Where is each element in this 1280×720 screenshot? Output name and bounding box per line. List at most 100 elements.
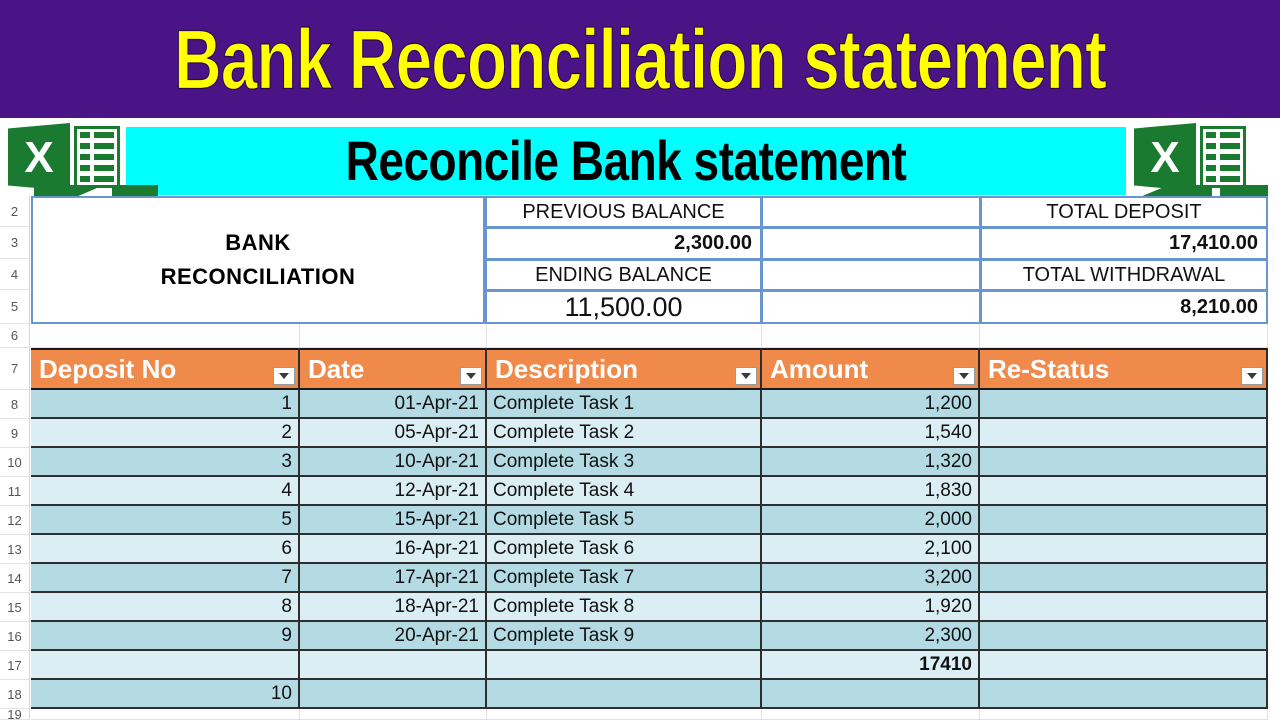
column-header-description[interactable]: Description bbox=[487, 348, 762, 390]
cell-desc[interactable]: Complete Task 2 bbox=[487, 419, 762, 448]
cell-amount[interactable]: 2,300 bbox=[762, 622, 980, 651]
cell-amount[interactable]: 1,200 bbox=[762, 390, 980, 419]
row-header-5[interactable]: 5 bbox=[0, 290, 30, 324]
empty-cell[interactable] bbox=[487, 709, 762, 720]
cell-no[interactable]: 9 bbox=[31, 622, 300, 651]
cell-desc[interactable]: Complete Task 5 bbox=[487, 506, 762, 535]
row-header-4[interactable]: 4 bbox=[0, 259, 30, 290]
row-header-2[interactable]: 2 bbox=[0, 196, 30, 227]
cell-no[interactable]: 8 bbox=[31, 593, 300, 622]
empty-cell[interactable] bbox=[31, 324, 300, 348]
cell-status[interactable] bbox=[980, 680, 1268, 709]
cell-date[interactable]: 18-Apr-21 bbox=[300, 593, 487, 622]
cell-amount[interactable]: 17410 bbox=[762, 651, 980, 680]
cell-amount[interactable]: 1,540 bbox=[762, 419, 980, 448]
cell-status[interactable] bbox=[980, 622, 1268, 651]
total-withdrawal-label[interactable]: TOTAL WITHDRAWAL bbox=[980, 259, 1268, 291]
empty-cell[interactable] bbox=[300, 709, 487, 720]
previous-balance-value[interactable]: 2,300.00 bbox=[485, 227, 762, 260]
cell-status[interactable] bbox=[980, 651, 1268, 680]
cell-date[interactable]: 05-Apr-21 bbox=[300, 419, 487, 448]
row-header-16[interactable]: 16 bbox=[0, 622, 30, 651]
column-header-date[interactable]: Date bbox=[300, 348, 487, 390]
summary-spacer-cell[interactable] bbox=[761, 259, 981, 291]
filter-dropdown-icon[interactable] bbox=[1241, 367, 1263, 385]
cell-desc[interactable]: Complete Task 4 bbox=[487, 477, 762, 506]
cell-no[interactable]: 2 bbox=[31, 419, 300, 448]
total-withdrawal-value[interactable]: 8,210.00 bbox=[980, 290, 1268, 324]
cell-desc[interactable]: Complete Task 1 bbox=[487, 390, 762, 419]
bank-reconciliation-title-cell[interactable]: BANK RECONCILIATION bbox=[31, 196, 485, 324]
ending-balance-label[interactable]: ENDING BALANCE bbox=[485, 259, 762, 291]
cell-no[interactable]: 3 bbox=[31, 448, 300, 477]
cell-amount[interactable]: 1,920 bbox=[762, 593, 980, 622]
column-header-deposit-no[interactable]: Deposit No bbox=[31, 348, 300, 390]
empty-cell[interactable] bbox=[31, 709, 300, 720]
row-header-13[interactable]: 13 bbox=[0, 535, 30, 564]
cell-status[interactable] bbox=[980, 390, 1268, 419]
cell-amount[interactable]: 3,200 bbox=[762, 564, 980, 593]
previous-balance-label[interactable]: PREVIOUS BALANCE bbox=[485, 196, 762, 228]
cell-date[interactable]: 10-Apr-21 bbox=[300, 448, 487, 477]
total-deposit-label[interactable]: TOTAL DEPOSIT bbox=[980, 196, 1268, 228]
spreadsheet[interactable]: 2 3 4 5 6 7 8 9 10 11 12 13 14 15 16 17 18 19 BANK RECONC… bbox=[0, 196, 1280, 720]
row-header-12[interactable]: 12 bbox=[0, 506, 30, 535]
cell-no[interactable]: 4 bbox=[31, 477, 300, 506]
cell-date[interactable]: 16-Apr-21 bbox=[300, 535, 487, 564]
cell-date[interactable] bbox=[300, 651, 487, 680]
cell-no[interactable]: 5 bbox=[31, 506, 300, 535]
row-header-8[interactable]: 8 bbox=[0, 390, 30, 419]
cell-desc[interactable] bbox=[487, 651, 762, 680]
row-header-7[interactable]: 7 bbox=[0, 348, 30, 390]
filter-dropdown-icon[interactable] bbox=[460, 367, 482, 385]
row-header-3[interactable]: 3 bbox=[0, 227, 30, 259]
empty-cell[interactable] bbox=[980, 709, 1268, 720]
cell-status[interactable] bbox=[980, 477, 1268, 506]
cell-date[interactable]: 01-Apr-21 bbox=[300, 390, 487, 419]
cell-amount[interactable]: 1,320 bbox=[762, 448, 980, 477]
cell-desc[interactable]: Complete Task 9 bbox=[487, 622, 762, 651]
cell-desc[interactable] bbox=[487, 680, 762, 709]
cell-date[interactable]: 12-Apr-21 bbox=[300, 477, 487, 506]
cell-amount[interactable] bbox=[762, 680, 980, 709]
cell-desc[interactable]: Complete Task 8 bbox=[487, 593, 762, 622]
row-header-17[interactable]: 17 bbox=[0, 651, 30, 680]
empty-cell[interactable] bbox=[762, 709, 980, 720]
cell-no[interactable]: 10 bbox=[31, 680, 300, 709]
cell-amount[interactable]: 2,100 bbox=[762, 535, 980, 564]
filter-dropdown-icon[interactable] bbox=[735, 367, 757, 385]
cell-amount[interactable]: 2,000 bbox=[762, 506, 980, 535]
row-header-11[interactable]: 11 bbox=[0, 477, 30, 506]
cell-desc[interactable]: Complete Task 7 bbox=[487, 564, 762, 593]
column-header-amount[interactable]: Amount bbox=[762, 348, 980, 390]
summary-spacer-cell[interactable] bbox=[761, 196, 981, 228]
row-header-6[interactable]: 6 bbox=[0, 324, 30, 348]
cell-status[interactable] bbox=[980, 535, 1268, 564]
cell-amount[interactable]: 1,830 bbox=[762, 477, 980, 506]
row-header-10[interactable]: 10 bbox=[0, 448, 30, 477]
total-deposit-value[interactable]: 17,410.00 bbox=[980, 227, 1268, 260]
cell-no[interactable]: 1 bbox=[31, 390, 300, 419]
cell-desc[interactable]: Complete Task 6 bbox=[487, 535, 762, 564]
summary-spacer-cell[interactable] bbox=[761, 227, 981, 260]
cell-status[interactable] bbox=[980, 506, 1268, 535]
cell-date[interactable] bbox=[300, 680, 487, 709]
row-header-14[interactable]: 14 bbox=[0, 564, 30, 593]
cell-status[interactable] bbox=[980, 564, 1268, 593]
cell-desc[interactable]: Complete Task 3 bbox=[487, 448, 762, 477]
cell-status[interactable] bbox=[980, 593, 1268, 622]
cell-no[interactable]: 7 bbox=[31, 564, 300, 593]
cell-no[interactable] bbox=[31, 651, 300, 680]
filter-dropdown-icon[interactable] bbox=[953, 367, 975, 385]
row-header-15[interactable]: 15 bbox=[0, 593, 30, 622]
column-header-re-status[interactable]: Re-Status bbox=[980, 348, 1268, 390]
cell-date[interactable]: 20-Apr-21 bbox=[300, 622, 487, 651]
summary-spacer-cell[interactable] bbox=[761, 290, 981, 324]
row-header-19[interactable]: 19 bbox=[0, 707, 30, 720]
cell-no[interactable]: 6 bbox=[31, 535, 300, 564]
ending-balance-value[interactable]: 11,500.00 bbox=[485, 290, 762, 324]
row-header-18[interactable]: 18 bbox=[0, 680, 30, 709]
empty-cell[interactable] bbox=[762, 324, 980, 348]
cell-status[interactable] bbox=[980, 448, 1268, 477]
empty-cell[interactable] bbox=[487, 324, 762, 348]
